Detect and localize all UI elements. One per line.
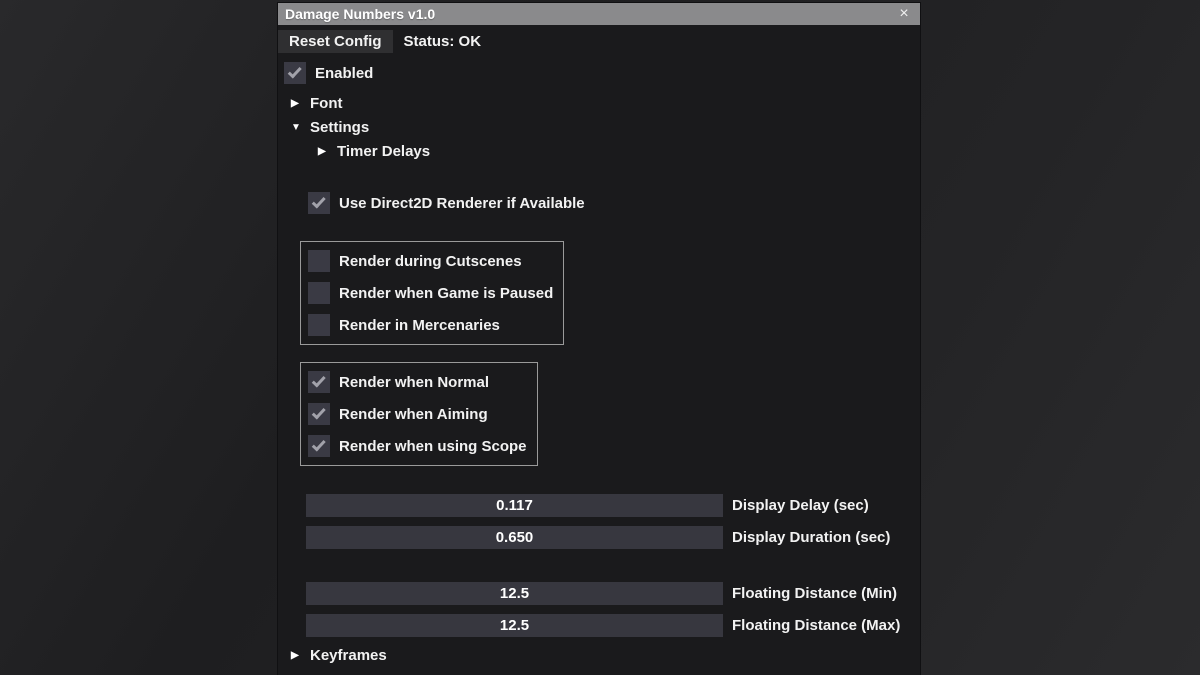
tree-node-font[interactable]: ▶ Font	[278, 93, 920, 113]
floating-distance-max-input[interactable]	[306, 614, 723, 637]
render-when-game-paused-label: Render when Game is Paused	[339, 285, 553, 302]
tree-node-timer-delays[interactable]: ▶ Timer Delays	[278, 141, 920, 161]
floating-distance-min-input[interactable]	[306, 582, 723, 605]
render-in-mercenaries-label: Render in Mercenaries	[339, 317, 500, 334]
direct2d-label: Use Direct2D Renderer if Available	[339, 195, 585, 212]
enabled-checkbox[interactable]	[284, 62, 306, 84]
render-when-game-paused-checkbox[interactable]	[308, 282, 330, 304]
tree-node-timer-delays-label: Timer Delays	[337, 143, 430, 160]
direct2d-checkbox[interactable]	[308, 192, 330, 214]
render-when-normal-checkbox[interactable]	[308, 371, 330, 393]
scope-checkbox-row: Render when using Scope	[308, 435, 527, 457]
mercenaries-checkbox-row: Render in Mercenaries	[308, 314, 553, 336]
enabled-label: Enabled	[315, 65, 373, 82]
check-icon	[311, 373, 325, 387]
render-in-mercenaries-checkbox[interactable]	[308, 314, 330, 336]
window-content: Reset Config Status: OK Enabled ▶ Font ▼…	[278, 30, 920, 665]
render-conditions-group: Render during Cutscenes Render when Game…	[300, 241, 564, 345]
render-when-aiming-label: Render when Aiming	[339, 406, 488, 423]
tree-node-settings-label: Settings	[310, 119, 369, 136]
game-paused-checkbox-row: Render when Game is Paused	[308, 282, 553, 304]
check-icon	[311, 437, 325, 451]
render-during-cutscenes-checkbox[interactable]	[308, 250, 330, 272]
floating-distance-max-label: Floating Distance (Max)	[732, 617, 900, 634]
chevron-right-icon: ▶	[318, 146, 337, 157]
floating-distance-max-row: Floating Distance (Max)	[306, 614, 920, 637]
floating-distance-min-row: Floating Distance (Min)	[306, 582, 920, 605]
title-bar[interactable]: Damage Numbers v1.0 ×	[278, 3, 920, 25]
cutscenes-checkbox-row: Render during Cutscenes	[308, 250, 553, 272]
floating-distance-min-label: Floating Distance (Min)	[732, 585, 897, 602]
damage-numbers-window: Damage Numbers v1.0 × Reset Config Statu…	[278, 3, 920, 675]
check-icon	[311, 194, 325, 208]
status-label: Status: OK	[404, 33, 482, 50]
chevron-down-icon: ▼	[291, 122, 310, 133]
chevron-right-icon: ▶	[291, 650, 310, 661]
display-delay-row: Display Delay (sec)	[306, 494, 920, 517]
render-during-cutscenes-label: Render during Cutscenes	[339, 253, 522, 270]
display-delay-input[interactable]	[306, 494, 723, 517]
tree-node-font-label: Font	[310, 95, 342, 112]
display-duration-input[interactable]	[306, 526, 723, 549]
check-icon	[311, 405, 325, 419]
display-delay-label: Display Delay (sec)	[732, 497, 869, 514]
render-when-aiming-checkbox[interactable]	[308, 403, 330, 425]
tree-node-settings[interactable]: ▼ Settings	[278, 117, 920, 137]
tree-node-keyframes-label: Keyframes	[310, 647, 387, 664]
normal-checkbox-row: Render when Normal	[308, 371, 527, 393]
aiming-checkbox-row: Render when Aiming	[308, 403, 527, 425]
render-when-scope-label: Render when using Scope	[339, 438, 527, 455]
tree-node-keyframes[interactable]: ▶ Keyframes	[278, 645, 920, 665]
toolbar: Reset Config Status: OK	[278, 30, 920, 53]
render-modes-group: Render when Normal Render when Aiming Re…	[300, 362, 538, 466]
chevron-right-icon: ▶	[291, 98, 310, 109]
check-icon	[287, 64, 301, 78]
reset-config-button[interactable]: Reset Config	[278, 30, 393, 53]
render-when-normal-label: Render when Normal	[339, 374, 489, 391]
close-icon[interactable]: ×	[895, 5, 913, 23]
direct2d-checkbox-row: Use Direct2D Renderer if Available	[278, 192, 920, 214]
display-duration-row: Display Duration (sec)	[306, 526, 920, 549]
enabled-checkbox-row: Enabled	[278, 62, 920, 84]
window-title: Damage Numbers v1.0	[285, 6, 895, 22]
render-when-scope-checkbox[interactable]	[308, 435, 330, 457]
display-duration-label: Display Duration (sec)	[732, 529, 890, 546]
